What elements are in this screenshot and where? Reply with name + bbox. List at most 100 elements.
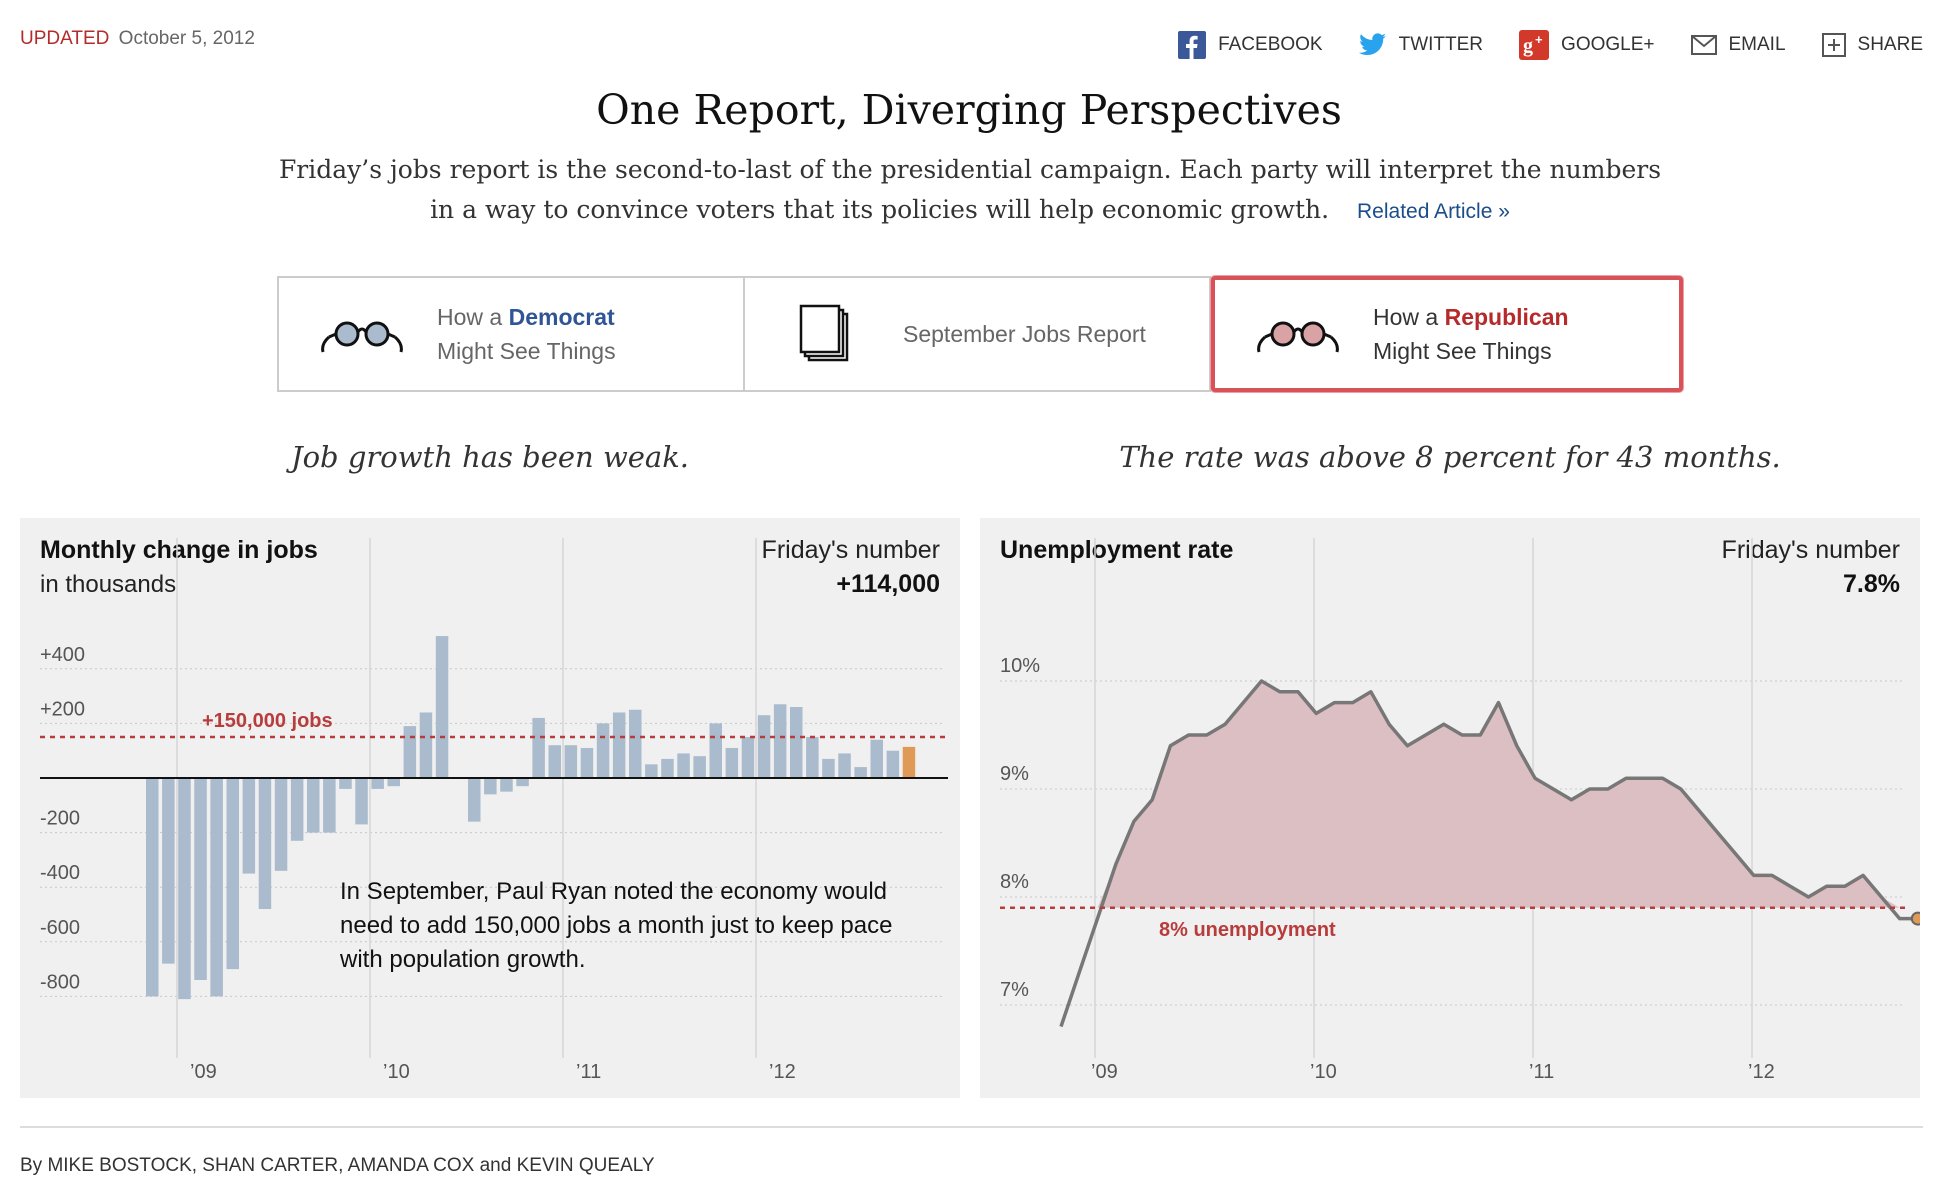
tab-democrat-party: Democrat — [508, 304, 615, 330]
jobs-y-tick: -200 — [40, 808, 80, 830]
jobs-bar — [645, 764, 658, 778]
jobs-bar — [790, 707, 803, 778]
unemployment-y-tick: 10% — [1000, 655, 1040, 677]
jobs-chart-subtitle: in thousands — [40, 571, 176, 598]
jobs-bar-latest — [902, 746, 916, 778]
unemployment-y-tick: 7% — [1000, 979, 1029, 1001]
jobs-bar — [806, 737, 819, 778]
jobs-bar — [226, 778, 239, 970]
jobs-bar — [162, 778, 175, 964]
unemployment-chart-panel: Unemployment rate Friday's number 7.8% 1… — [980, 518, 1920, 1098]
jobs-bar — [725, 747, 739, 778]
documents-icon — [799, 304, 849, 362]
share-bar: FACEBOOK TWITTER g + GOOGLE+ EMAIL SHARE — [1178, 30, 1923, 60]
jobs-bar — [323, 778, 336, 833]
google-plus-icon: g + — [1519, 30, 1550, 60]
jobs-bar — [564, 745, 578, 778]
unemployment-friday-value: 7.8% — [1843, 570, 1900, 598]
jobs-bar — [387, 778, 400, 787]
jobs-y-tick: -600 — [40, 917, 80, 939]
jobs-bar — [757, 715, 771, 778]
jobs-reference-label: +150,000 jobs — [202, 710, 333, 732]
glasses-red-icon — [1257, 321, 1339, 353]
jobs-bar — [468, 778, 481, 822]
jobs-chart-title: Monthly change in jobs — [40, 536, 318, 564]
jobs-x-tick: ’11 — [576, 1061, 601, 1083]
jobs-y-tick: -400 — [40, 862, 80, 884]
jobs-bar — [741, 737, 755, 778]
jobs-bar — [709, 723, 722, 778]
jobs-bar — [532, 717, 545, 778]
footer-divider — [20, 1126, 1923, 1128]
tab-jobs-report[interactable]: September Jobs Report — [745, 276, 1211, 392]
svg-text:g: g — [1523, 35, 1533, 57]
tab-republican-party: Republican — [1444, 304, 1569, 330]
jobs-bar — [548, 745, 561, 778]
unemployment-x-tick: ’09 — [1091, 1061, 1118, 1083]
share-twitter-label: TWITTER — [1398, 34, 1484, 55]
jobs-bar — [178, 778, 191, 1000]
jobs-bar — [194, 778, 207, 981]
jobs-bar — [886, 750, 900, 778]
unemployment-chart-title: Unemployment rate — [1000, 536, 1233, 564]
jobs-bar — [242, 778, 256, 874]
tab-democrat-label: How a Democrat Might See Things — [437, 300, 616, 368]
jobs-bar — [258, 778, 272, 910]
jobs-bar — [274, 778, 288, 871]
jobs-friday-value: +114,000 — [836, 570, 940, 598]
unemployment-x-tick: ’11 — [1529, 1061, 1554, 1083]
jobs-bar — [822, 758, 835, 778]
jobs-bar — [355, 778, 368, 825]
share-more[interactable]: SHARE — [1821, 30, 1923, 60]
share-facebook[interactable]: FACEBOOK — [1178, 30, 1323, 60]
jobs-bar — [339, 778, 352, 789]
email-icon — [1690, 35, 1717, 55]
glasses-blue-icon — [321, 321, 403, 353]
share-icon — [1821, 33, 1846, 57]
svg-text:+: + — [1535, 32, 1543, 47]
share-email[interactable]: EMAIL — [1690, 30, 1786, 60]
share-google-plus[interactable]: g + GOOGLE+ — [1519, 30, 1655, 60]
jobs-bar — [484, 778, 497, 795]
jobs-x-tick: ’09 — [190, 1061, 217, 1083]
unemployment-y-tick: 8% — [1000, 871, 1029, 893]
unemployment-chart: Unemployment rate Friday's number 7.8% 1… — [1000, 536, 1920, 1083]
jobs-y-tick: -800 — [40, 971, 80, 993]
facebook-icon — [1178, 31, 1207, 59]
jobs-y-tick: +200 — [40, 698, 85, 720]
jobs-friday-label: Friday's number — [762, 536, 940, 564]
jobs-y-tick: +400 — [40, 644, 85, 666]
tab-republican[interactable]: How a Republican Might See Things — [1211, 276, 1683, 392]
jobs-bar — [403, 726, 417, 778]
jobs-bar — [146, 778, 159, 997]
unemployment-friday-label: Friday's number — [1722, 536, 1900, 564]
tab-republican-line2: Might See Things — [1373, 338, 1552, 364]
share-facebook-label: FACEBOOK — [1218, 34, 1323, 55]
share-more-label: SHARE — [1857, 34, 1923, 55]
tab-democrat[interactable]: How a Democrat Might See Things — [277, 276, 745, 392]
unemployment-x-tick: ’10 — [1310, 1061, 1337, 1083]
byline: By MIKE BOSTOCK, SHAN CARTER, AMANDA COX… — [20, 1155, 655, 1176]
tab-republican-prefix: How a — [1373, 304, 1439, 330]
perspective-tabs: How a Democrat Might See Things Septembe… — [277, 276, 1683, 392]
jobs-bar — [693, 756, 706, 778]
updated-timestamp: UPDATED October 5, 2012 — [20, 28, 255, 50]
updated-label: UPDATED — [20, 28, 110, 49]
jobs-bar — [612, 712, 626, 778]
updated-date: October 5, 2012 — [118, 28, 255, 49]
jobs-bar — [419, 712, 433, 778]
kicker-left: Job growth has been weak. — [290, 440, 690, 474]
unemployment-y-tick: 9% — [1000, 763, 1029, 785]
related-article-link[interactable]: Related Article » — [1357, 200, 1510, 223]
jobs-bar — [516, 778, 529, 787]
tab-jobs-report-label: September Jobs Report — [903, 321, 1146, 347]
dek: Friday’s jobs report is the second-to-la… — [270, 150, 1670, 232]
jobs-bar — [307, 778, 320, 833]
tab-democrat-line2: Might See Things — [437, 338, 616, 364]
unemployment-x-tick: ’12 — [1748, 1061, 1775, 1083]
jobs-bar — [629, 709, 642, 778]
jobs-bar — [870, 739, 883, 778]
jobs-annotation: In September, Paul Ryan noted the econom… — [339, 878, 892, 973]
jobs-bar — [500, 778, 513, 792]
share-twitter[interactable]: TWITTER — [1358, 30, 1484, 60]
